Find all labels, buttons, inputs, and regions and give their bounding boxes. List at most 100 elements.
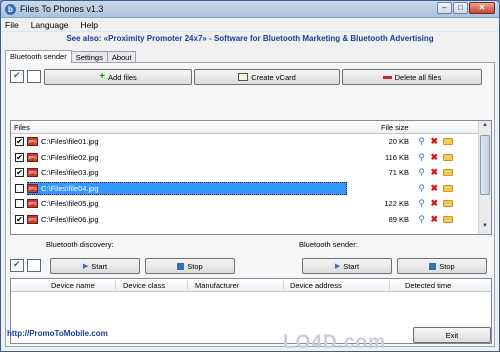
col-file-size[interactable]: File size <box>381 123 409 132</box>
menu-help[interactable]: Help <box>81 20 98 30</box>
col-detected-time[interactable]: Detected time <box>405 281 451 290</box>
file-path: C:\Files\file05.jpg <box>41 199 99 208</box>
col-device-name[interactable]: Device name <box>51 281 95 290</box>
preview-magnifier-icon[interactable]: ⚲ <box>418 167 425 178</box>
file-checkbox[interactable]: ✔ <box>15 152 24 162</box>
bluetooth-discovery-label: Bluetooth discovery: <box>46 240 114 249</box>
preview-magnifier-icon[interactable]: ⚲ <box>418 136 425 147</box>
remove-file-icon[interactable]: ✖ <box>430 136 438 147</box>
file-row[interactable]: JPG C:\Files\file05.jpg 122 KB ⚲ ✖ <box>11 196 491 212</box>
remove-file-icon[interactable]: ✖ <box>430 198 438 209</box>
preview-magnifier-icon[interactable]: ⚲ <box>418 152 425 163</box>
file-row[interactable]: ✔ JPG C:\Files\file01.jpg 20 KB ⚲ ✖ <box>11 134 491 150</box>
jpg-file-icon: JPG <box>27 168 38 177</box>
file-checkbox[interactable] <box>15 199 24 208</box>
close-button[interactable]: ✕ <box>469 2 495 14</box>
exit-button[interactable]: Exit <box>413 327 491 343</box>
file-checkbox[interactable]: ✔ <box>15 137 24 146</box>
promotomobile-link[interactable]: http://PromoToMobile.com <box>7 329 108 338</box>
remove-file-icon[interactable]: ✖ <box>430 167 438 178</box>
main-content: See also: «Proximity Promoter 24x7» - So… <box>1 32 499 351</box>
file-path: C:\Files\file02.jpg <box>41 152 99 162</box>
remove-file-icon[interactable]: ✖ <box>430 152 438 163</box>
menu-file[interactable]: File <box>5 20 19 30</box>
file-row[interactable]: ✔ JPG C:\Files\file06.jpg 89 KB ⚲ ✖ <box>11 212 491 228</box>
app-window: b Files To Phones v1.3 – □ ✕ File Langua… <box>0 0 500 352</box>
file-checkbox[interactable]: ✔ <box>15 214 24 224</box>
uncheck-all-button[interactable] <box>27 70 41 83</box>
file-row[interactable]: JPG C:\Files\file04.jpg 78 KB ⚲ ✖ <box>11 181 491 197</box>
scroll-thumb[interactable] <box>480 135 490 195</box>
open-folder-icon[interactable] <box>443 169 453 176</box>
preview-magnifier-icon[interactable]: ⚲ <box>418 198 425 209</box>
file-row[interactable]: ✔ JPG C:\Files\file03.jpg 71 KB ⚲ ✖ <box>11 165 491 181</box>
sender-start-button[interactable]: ▶ Start <box>302 258 392 274</box>
device-list-header: Device name Device class Manufacturer De… <box>11 279 491 292</box>
column-divider[interactable] <box>115 280 116 291</box>
stop-icon <box>429 262 437 270</box>
open-folder-icon[interactable] <box>443 215 453 223</box>
create-vcard-label: Create vCard <box>251 72 296 82</box>
file-list-header: Files File size <box>11 121 491 134</box>
file-size: 89 KB <box>388 214 409 224</box>
minus-icon <box>382 75 392 79</box>
scroll-up-arrow-icon[interactable]: ▲ <box>480 122 490 133</box>
file-path: C:\Files\file01.jpg <box>41 137 99 146</box>
remove-file-icon[interactable]: ✖ <box>430 214 438 225</box>
minimize-button[interactable]: – <box>437 2 452 14</box>
plus-icon: + <box>99 71 106 82</box>
col-device-address[interactable]: Device address <box>290 281 342 290</box>
stop-icon <box>177 262 185 270</box>
remove-file-icon[interactable]: ✖ <box>430 183 438 194</box>
file-size: 20 KB <box>388 137 409 146</box>
file-checkbox[interactable] <box>15 183 24 193</box>
see-also-link[interactable]: See also: «Proximity Promoter 24x7» - So… <box>1 34 499 43</box>
discovery-stop-button[interactable]: Stop <box>145 258 235 274</box>
play-icon: ▶ <box>334 263 341 270</box>
discovery-check-all-button[interactable] <box>10 259 24 272</box>
add-files-button[interactable]: + Add files <box>44 69 192 85</box>
file-list[interactable]: Files File size ✔ JPG C:\Files\file01.jpg 2… <box>10 120 492 235</box>
preview-magnifier-icon[interactable]: ⚲ <box>418 183 425 194</box>
file-row[interactable]: ✔ JPG C:\Files\file02.jpg 116 KB ⚲ ✖ <box>11 150 491 166</box>
file-size: 71 KB <box>388 168 409 177</box>
sender-stop-label: Stop <box>439 261 455 271</box>
vcard-icon <box>238 73 249 81</box>
jpg-file-icon: JPG <box>27 137 38 146</box>
open-folder-icon[interactable] <box>443 138 453 145</box>
col-device-class[interactable]: Device class <box>123 281 165 290</box>
discovery-start-label: Start <box>91 261 108 271</box>
bluetooth-sender-label: Bluetooth sender: <box>299 240 358 249</box>
check-all-button[interactable] <box>10 70 24 83</box>
maximize-button[interactable]: □ <box>453 2 468 14</box>
open-folder-icon[interactable] <box>443 184 453 192</box>
discovery-stop-label: Stop <box>187 261 203 271</box>
tab-bluetooth-sender[interactable]: Bluetooth sender <box>5 50 72 63</box>
discovery-start-button[interactable]: ▶ Start <box>50 258 140 274</box>
column-divider[interactable] <box>187 280 188 291</box>
delete-all-files-button[interactable]: Delete all files <box>342 69 482 85</box>
menu-bar: File Language Help <box>1 18 499 31</box>
open-folder-icon[interactable] <box>443 153 453 161</box>
column-divider[interactable] <box>283 280 284 291</box>
open-folder-icon[interactable] <box>443 200 453 207</box>
menu-language[interactable]: Language <box>31 20 69 30</box>
bluetooth-app-icon: b <box>5 3 16 15</box>
preview-magnifier-icon[interactable]: ⚲ <box>418 214 425 225</box>
jpg-file-icon: JPG <box>27 214 38 224</box>
file-size: 78 KB <box>388 183 409 193</box>
file-list-scrollbar[interactable]: ▲ ▼ <box>478 121 491 234</box>
file-path: C:\Files\file04.jpg <box>41 183 99 193</box>
create-vcard-button[interactable]: Create vCard <box>194 69 340 85</box>
col-files[interactable]: Files <box>14 123 30 132</box>
scroll-down-arrow-icon[interactable]: ▼ <box>480 223 490 234</box>
discovery-uncheck-all-button[interactable] <box>27 259 41 272</box>
exit-label: Exit <box>445 330 459 340</box>
col-manufacturer[interactable]: Manufacturer <box>195 281 239 290</box>
sender-stop-button[interactable]: Stop <box>397 258 487 274</box>
file-path: C:\Files\file03.jpg <box>41 168 99 177</box>
title-bar[interactable]: b Files To Phones v1.3 – □ ✕ <box>1 1 499 18</box>
file-checkbox[interactable]: ✔ <box>15 168 24 177</box>
delete-all-label: Delete all files <box>394 72 442 82</box>
column-divider[interactable] <box>389 280 390 291</box>
